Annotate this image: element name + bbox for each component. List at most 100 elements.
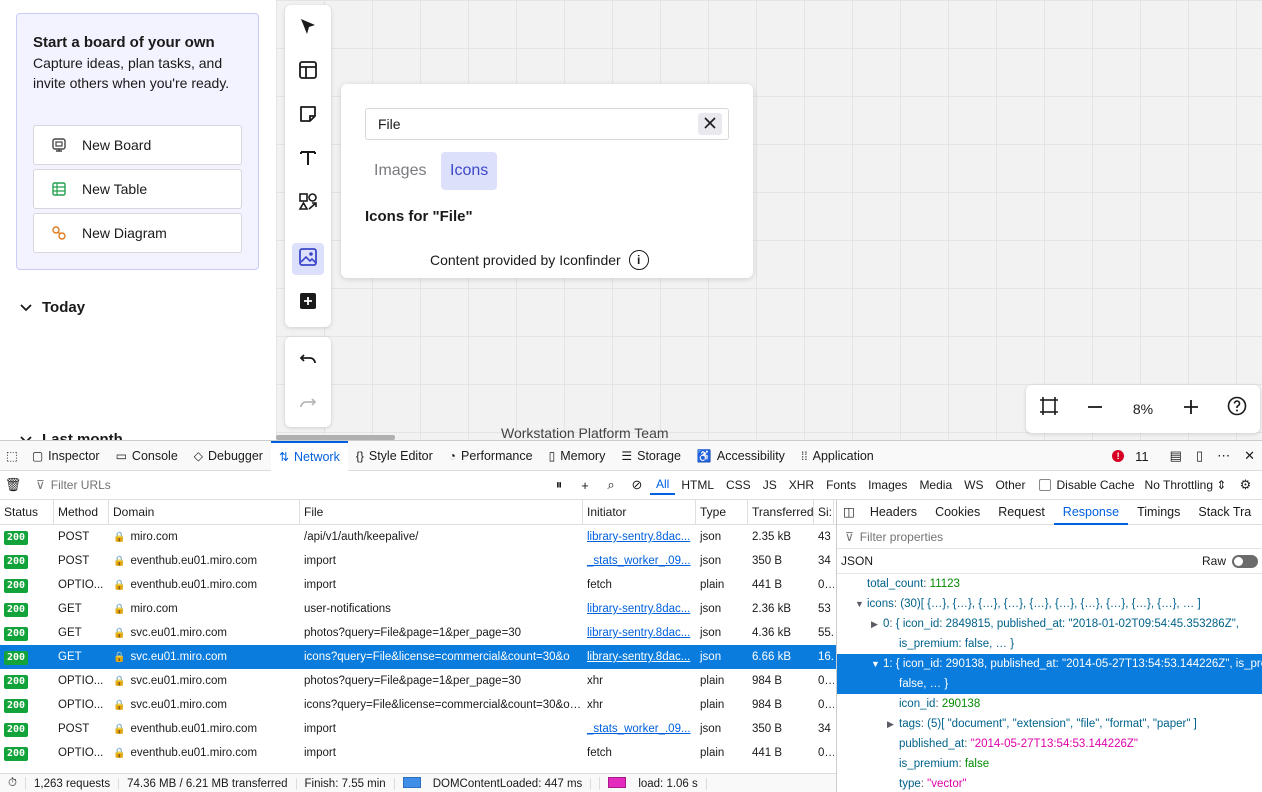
request-initiator[interactable]: library-sentry.8dac... [587,531,690,543]
tab-debugger[interactable]: ◇ Debugger [186,441,271,471]
json-line[interactable]: ▶ 0: { icon_id: 2849815, published_at: "2… [837,614,1262,634]
tab-inspector[interactable]: ▢ Inspector [24,441,108,471]
tab-cookies[interactable]: Cookies [926,500,989,525]
undo-button[interactable] [292,345,324,377]
request-initiator[interactable]: library-sentry.8dac... [587,651,690,663]
filter-type-all[interactable]: All [650,475,676,495]
pause-icon[interactable]: ⏸ [546,477,572,493]
sticky-note-tool-button[interactable] [292,100,324,132]
column-header[interactable]: Domain [109,500,300,525]
tab-application[interactable]: ⁞⁞ Application [793,441,882,471]
table-row[interactable]: 200 POST 🔒 eventhub.eu01.miro.com import _sta… [0,717,836,741]
tab-headers[interactable]: Headers [861,500,926,525]
request-initiator[interactable]: _stats_worker_.09... [587,723,691,735]
close-icon[interactable]: ✕ [1244,448,1255,464]
image-tool-button[interactable] [292,243,324,275]
section-last-month[interactable]: Last month [20,431,123,440]
expand-toggle-icon[interactable]: ▶ [887,714,899,734]
tab-timings[interactable]: Timings [1128,500,1189,525]
tab-console[interactable]: ▭ Console [108,441,186,471]
column-header[interactable]: Si: [814,500,834,525]
clear-search-button[interactable] [698,113,722,135]
table-row[interactable]: 200 OPTIO... 🔒 svc.eu01.miro.com photos?quer… [0,669,836,693]
expand-toggle-icon[interactable]: ▶ [871,614,883,634]
column-header[interactable]: Initiator [583,500,696,525]
block-icon[interactable]: ⊘ [624,477,650,493]
filter-type-other[interactable]: Other [989,476,1031,494]
throttling-select[interactable]: No Throttling ⇕ [1145,478,1227,492]
json-line[interactable]: is_premium: false [837,754,1262,774]
column-header[interactable]: Type [696,500,748,525]
new-table-button[interactable]: New Table [33,169,242,209]
responsive-design-icon[interactable]: ▯ [1196,448,1203,464]
filter-urls-input[interactable]: ⊽ Filter URLs [26,478,546,492]
json-line[interactable]: is_premium: false, … } [837,634,1262,654]
zoom-in-button[interactable] [1168,398,1214,421]
more-options-icon[interactable]: ⋯ [1217,448,1230,464]
zoom-level[interactable]: 8% [1118,401,1168,417]
filter-properties-input[interactable]: ⊽ Filter properties [837,525,1262,549]
tab-stack-trace[interactable]: Stack Tra [1189,500,1260,525]
table-row[interactable]: 200 POST 🔒 eventhub.eu01.miro.com import _sta… [0,549,836,573]
column-header[interactable]: Status [0,500,54,525]
table-row[interactable]: 200 OPTIO... 🔒 svc.eu01.miro.com icons?query… [0,693,836,717]
info-icon[interactable]: i [628,250,649,270]
new-diagram-button[interactable]: New Diagram [33,213,242,253]
tab-request[interactable]: Request [989,500,1054,525]
tab-icons[interactable]: Icons [441,152,498,190]
filter-type-ws[interactable]: WS [958,476,989,494]
tab-storage[interactable]: ☰ Storage [613,441,689,471]
text-tool-button[interactable] [292,144,324,176]
element-picker-button[interactable]: ⬚ [0,441,24,471]
column-header[interactable]: File [300,500,583,525]
column-header[interactable]: Method [54,500,109,525]
toggle-sidebar-icon[interactable]: ◫ [837,500,861,525]
help-button[interactable] [1214,396,1260,422]
json-line[interactable]: total_count: 11123 [837,574,1262,594]
search-icon[interactable]: ⌕ [598,477,624,493]
table-row[interactable]: 200 GET 🔒 svc.eu01.miro.com photos?query=Fil… [0,621,836,645]
filter-type-fonts[interactable]: Fonts [820,476,862,494]
redo-button[interactable] [292,389,324,421]
checkbox-box[interactable] [1039,479,1052,491]
request-initiator[interactable]: library-sentry.8dac... [587,627,690,639]
table-row[interactable]: 200 GET 🔒 svc.eu01.miro.com icons?query=File… [0,645,836,669]
section-today[interactable]: Today [20,299,85,316]
disable-cache-checkbox[interactable]: Disable Cache [1039,478,1135,492]
tab-style-editor[interactable]: {} Style Editor [348,441,441,471]
filter-type-html[interactable]: HTML [675,476,720,494]
table-row[interactable]: 200 OPTIO... 🔒 eventhub.eu01.miro.com import… [0,741,836,765]
more-tools-button[interactable] [292,287,324,319]
column-header[interactable]: Transferred [748,500,814,525]
new-board-button[interactable]: New Board [33,125,242,165]
trash-icon[interactable]: 🗑 [0,477,26,493]
fit-to-screen-button[interactable] [1026,396,1072,422]
tab-performance[interactable]: ◔ Performance [441,441,541,471]
json-line[interactable]: type: "vector" [837,774,1262,792]
json-line[interactable]: ▼ 1: { icon_id: 290138, published_at: "20… [837,654,1262,674]
filter-type-xhr[interactable]: XHR [783,476,820,494]
search-input[interactable]: File [365,108,729,140]
request-initiator[interactable]: library-sentry.8dac... [587,603,690,615]
templates-tool-button[interactable] [292,56,324,88]
request-initiator[interactable]: _stats_worker_.09... [587,555,691,567]
json-line[interactable]: false, … } [837,674,1262,694]
tab-memory[interactable]: ▯ Memory [541,441,614,471]
raw-switch[interactable] [1232,554,1258,568]
tab-accessibility[interactable]: ♿ Accessibility [689,441,793,471]
shapes-tool-button[interactable] [292,188,324,220]
json-line[interactable]: icon_id: 290138 [837,694,1262,714]
table-row[interactable]: 200 GET 🔒 miro.com user-notifications library… [0,597,836,621]
tab-network[interactable]: ⇅ Network [270,440,348,471]
error-count[interactable]: ! 11 [1105,449,1156,464]
gear-icon[interactable]: ⚙ [1232,477,1258,493]
zoom-out-button[interactable] [1072,398,1118,421]
table-row[interactable]: 200 OPTIO... 🔒 eventhub.eu01.miro.com import… [0,573,836,597]
table-row[interactable]: 200 POST 🔒 miro.com/api/v1/auth/keepalive/l… [0,525,836,549]
filter-type-js[interactable]: JS [757,476,783,494]
filter-type-css[interactable]: CSS [720,476,757,494]
filter-type-images[interactable]: Images [862,476,913,494]
expand-toggle-icon[interactable]: ▼ [855,594,867,614]
tab-response[interactable]: Response [1053,500,1129,525]
select-tool-button[interactable] [292,13,324,45]
